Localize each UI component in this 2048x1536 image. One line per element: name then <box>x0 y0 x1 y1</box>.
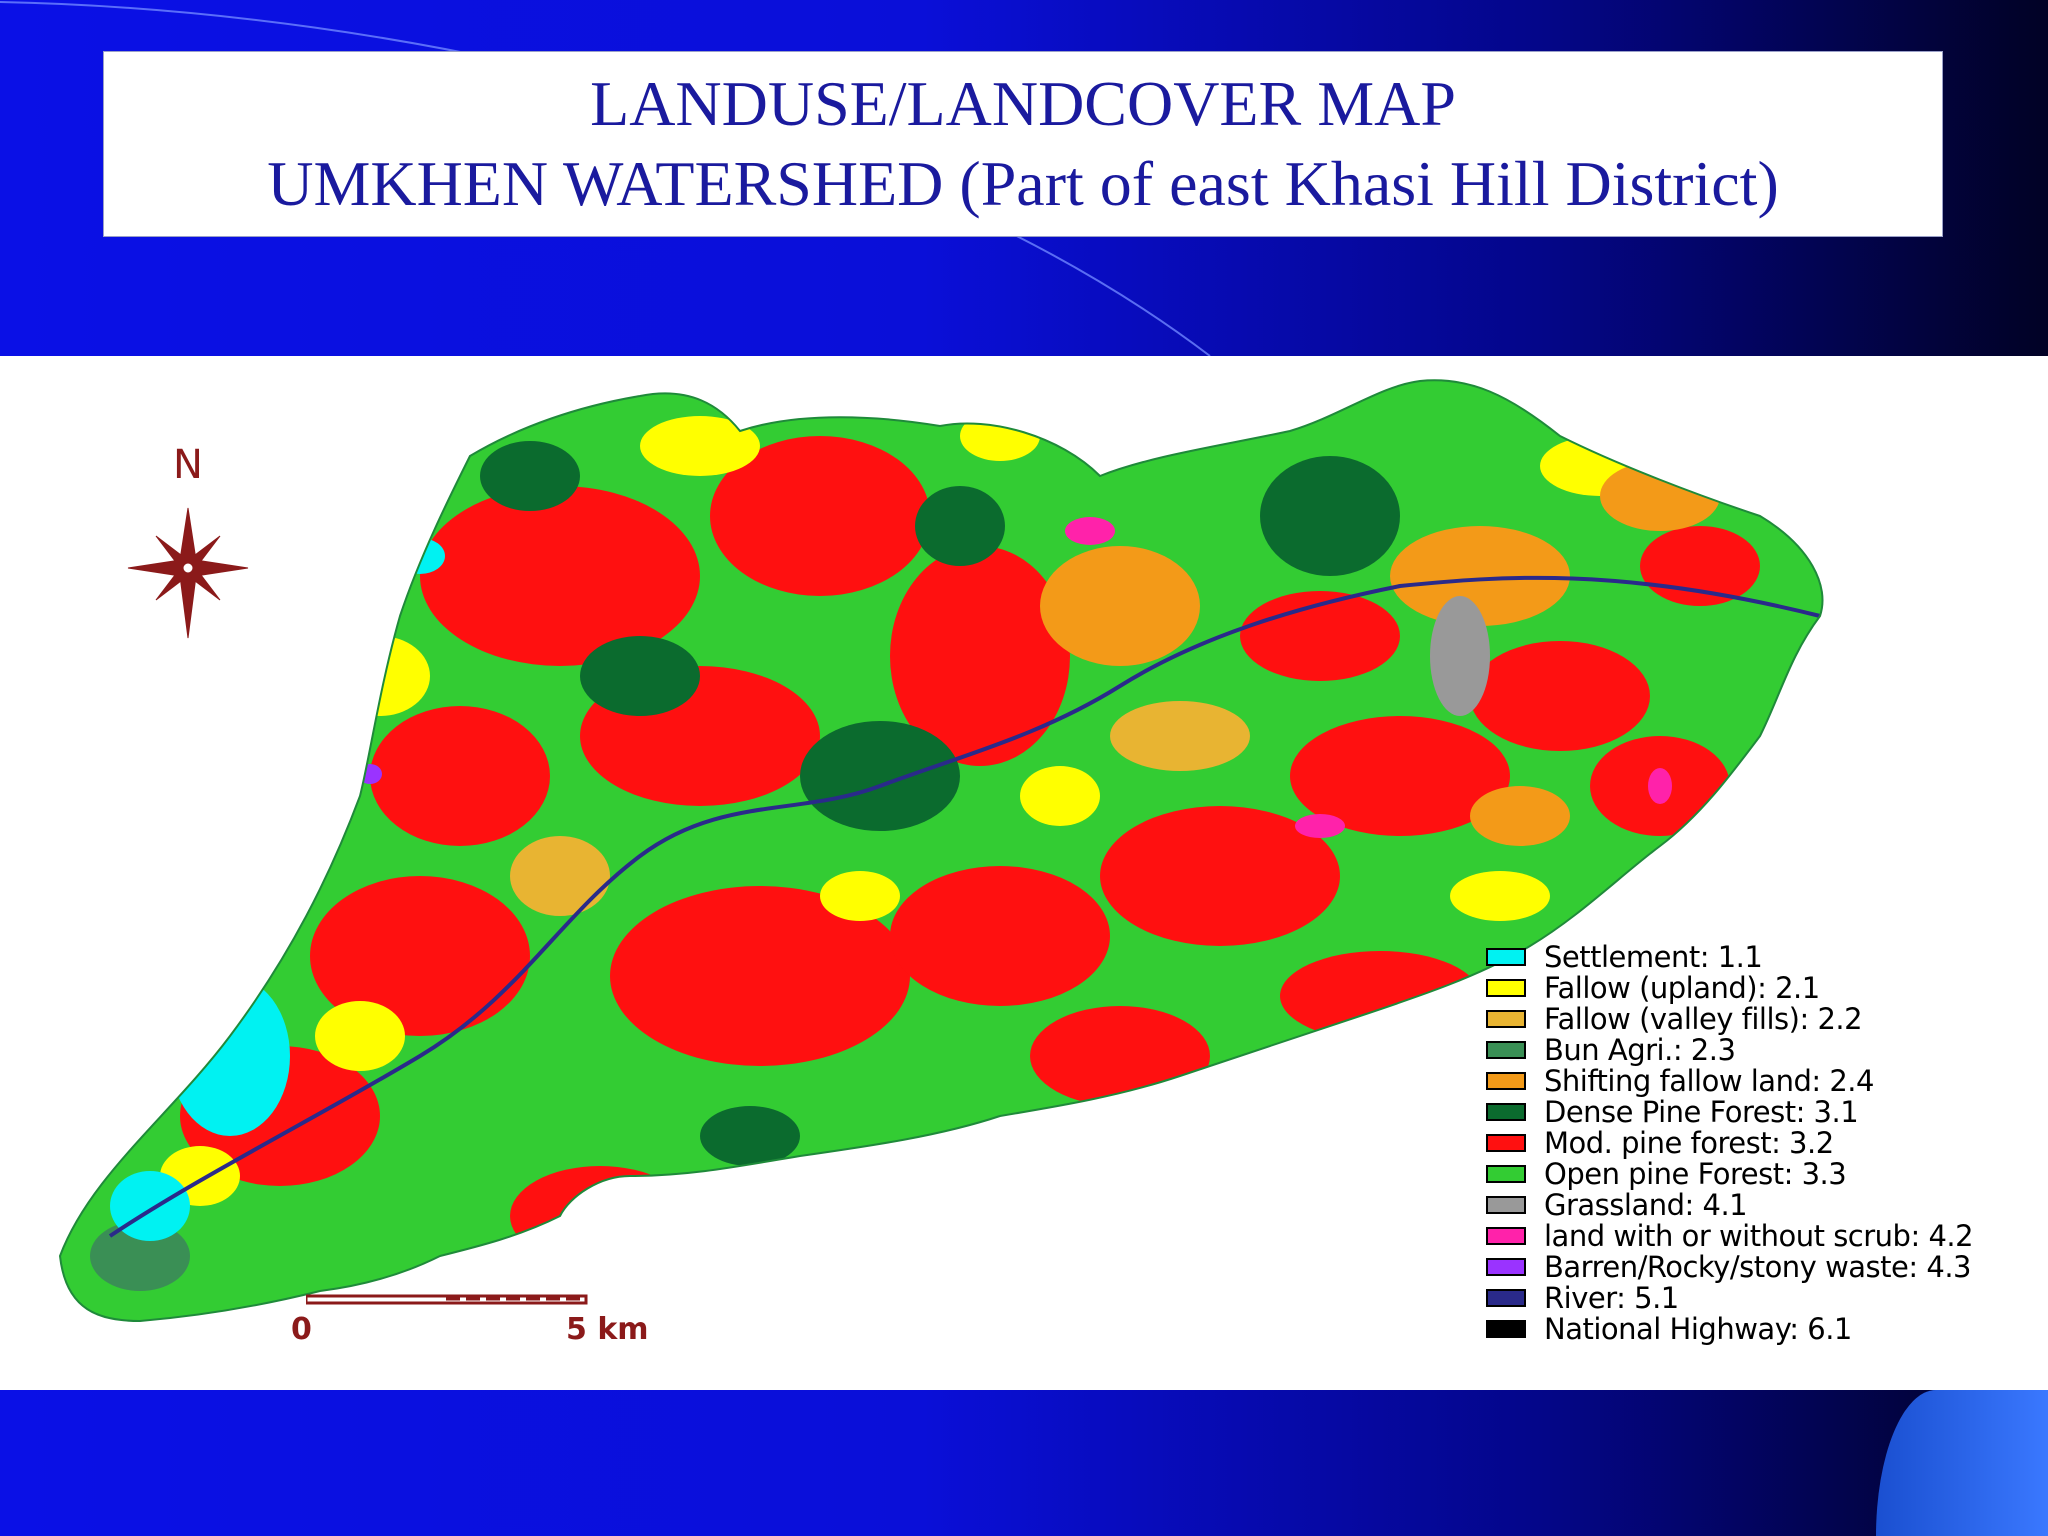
legend-label: Dense Pine Forest: 3.1 <box>1544 1094 1859 1129</box>
map-title-line-2: UMKHEN WATERSHED (Part of east Khasi Hil… <box>267 148 1779 219</box>
legend-item: Mod. pine forest: 3.2 <box>1486 1125 2046 1160</box>
legend-item: Settlement: 1.1 <box>1486 939 2046 974</box>
legend-swatch <box>1486 1133 1526 1152</box>
legend-swatch <box>1486 1040 1526 1059</box>
map-panel: N 0 5 km Settlement: 1.1 Fallow (upland):… <box>0 356 2048 1390</box>
legend-label: Bun Agri.: 2.3 <box>1544 1032 1736 1067</box>
legend-item: River: 5.1 <box>1486 1280 2046 1315</box>
legend-label: National Highway: 6.1 <box>1544 1311 1852 1346</box>
legend-label: land with or without scrub: 4.2 <box>1544 1218 1974 1253</box>
legend-label: Shifting fallow land: 2.4 <box>1544 1063 1874 1098</box>
legend-swatch <box>1486 1071 1526 1090</box>
north-label: N <box>173 442 203 488</box>
legend-label: River: 5.1 <box>1544 1280 1679 1315</box>
legend-label: Open pine Forest: 3.3 <box>1544 1156 1847 1191</box>
legend-item: Fallow (upland): 2.1 <box>1486 970 2046 1005</box>
legend-label: Fallow (valley fills): 2.2 <box>1544 1001 1863 1036</box>
scale-end-label: 5 km <box>566 1312 649 1347</box>
legend-label: Barren/Rocky/stony waste: 4.3 <box>1544 1249 1972 1284</box>
legend-label: Fallow (upland): 2.1 <box>1544 970 1820 1005</box>
bottom-right-tab-decoration <box>1876 1390 2048 1536</box>
legend-item: Fallow (valley fills): 2.2 <box>1486 1001 2046 1036</box>
map-title-line-1: LANDUSE/LANDCOVER MAP <box>590 68 1456 139</box>
legend-swatch <box>1486 1319 1526 1338</box>
legend-swatch <box>1486 1257 1526 1276</box>
legend-label: Mod. pine forest: 3.2 <box>1544 1125 1834 1160</box>
scale-bar: 0 5 km <box>286 1290 686 1370</box>
legend-swatch <box>1486 1226 1526 1245</box>
legend-swatch <box>1486 947 1526 966</box>
legend-label: Settlement: 1.1 <box>1544 939 1763 974</box>
legend-swatch <box>1486 1102 1526 1121</box>
legend-item: land with or without scrub: 4.2 <box>1486 1218 2046 1253</box>
legend-item: Dense Pine Forest: 3.1 <box>1486 1094 2046 1129</box>
legend-item: Grassland: 4.1 <box>1486 1187 2046 1222</box>
compass-rose-icon: N <box>127 442 249 639</box>
legend: Settlement: 1.1 Fallow (upland): 2.1 Fallo… <box>1486 939 2046 1346</box>
legend-item: Bun Agri.: 2.3 <box>1486 1032 2046 1067</box>
legend-swatch <box>1486 1195 1526 1214</box>
legend-swatch <box>1486 1009 1526 1028</box>
legend-label: Grassland: 4.1 <box>1544 1187 1748 1222</box>
legend-item: Barren/Rocky/stony waste: 4.3 <box>1486 1249 2046 1284</box>
legend-swatch <box>1486 978 1526 997</box>
title-box: LANDUSE/LANDCOVER MAP UMKHEN WATERSHED (… <box>103 51 1943 237</box>
legend-swatch <box>1486 1164 1526 1183</box>
scale-bar-graphic <box>306 1294 588 1305</box>
legend-item: Shifting fallow land: 2.4 <box>1486 1063 2046 1098</box>
scale-start-label: 0 <box>291 1312 312 1347</box>
legend-item: Open pine Forest: 3.3 <box>1486 1156 2046 1191</box>
legend-item: National Highway: 6.1 <box>1486 1311 2046 1346</box>
legend-swatch <box>1486 1288 1526 1307</box>
